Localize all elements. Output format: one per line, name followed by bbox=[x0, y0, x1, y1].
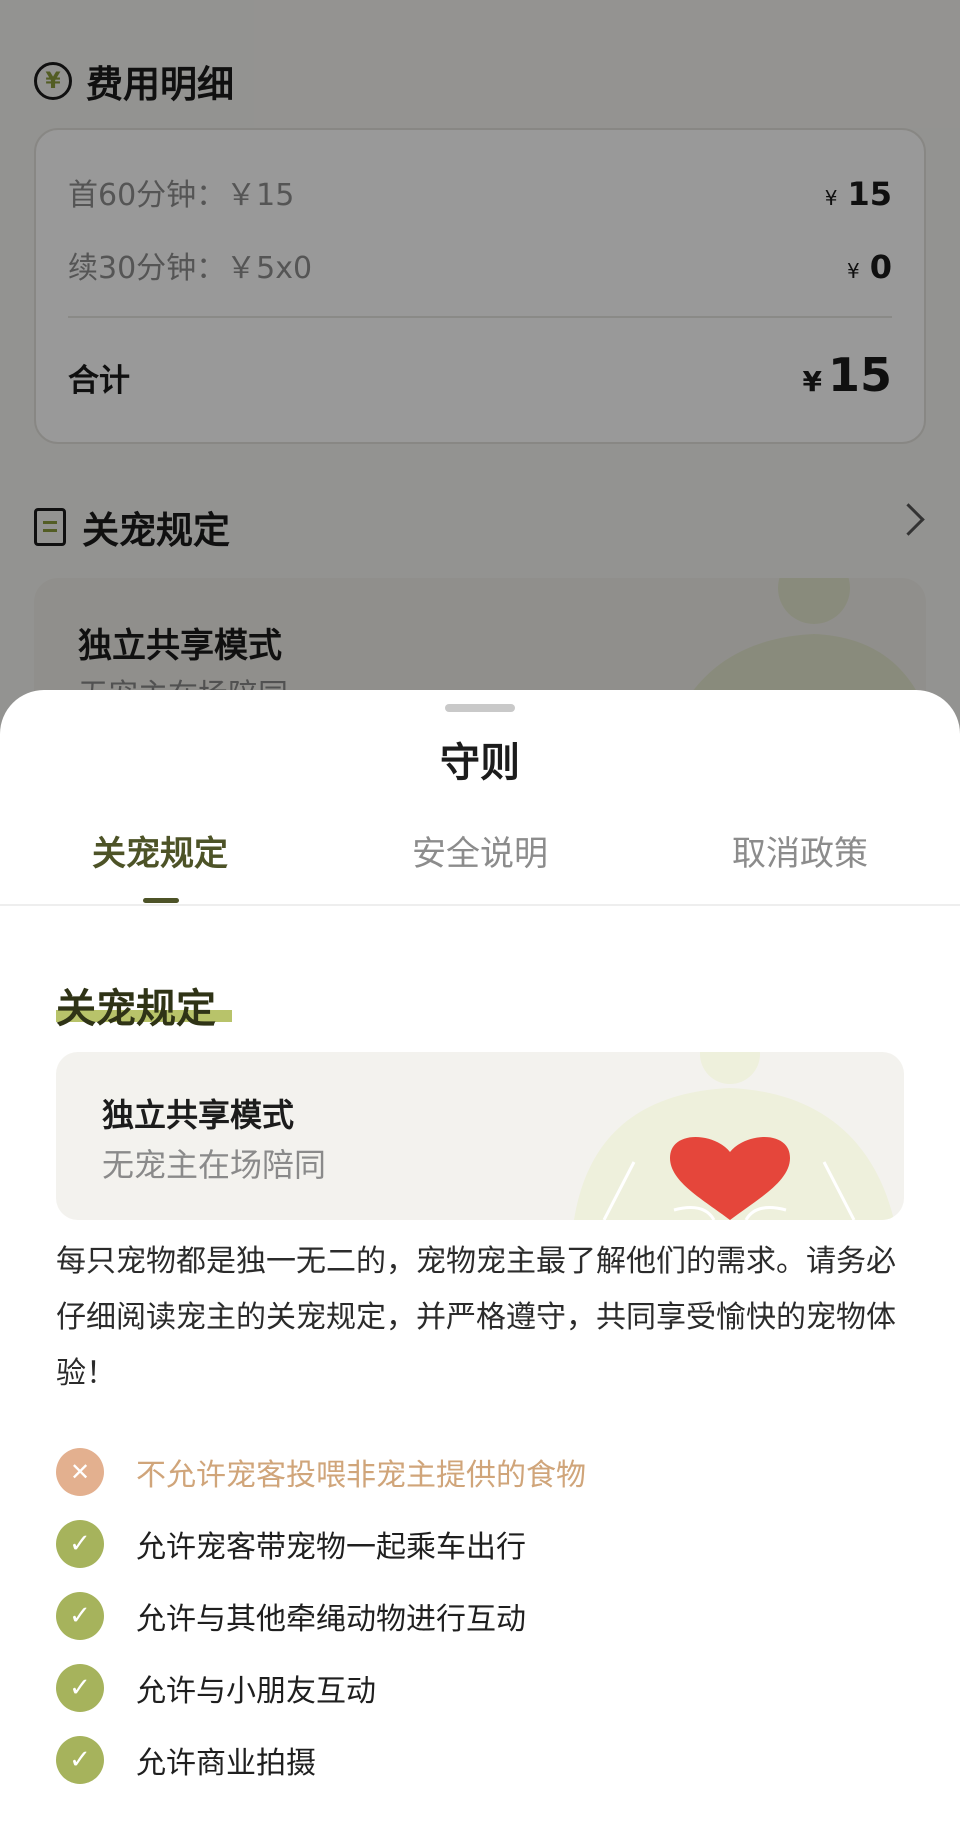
rule-item: ✓ 允许与其他牵绳动物进行互动 bbox=[56, 1580, 908, 1652]
rule-item: ✓ 允许商业拍摄 bbox=[56, 1724, 908, 1796]
check-icon: ✓ bbox=[56, 1520, 104, 1568]
rule-text: 允许商业拍摄 bbox=[136, 1746, 316, 1781]
rule-item: ✕ 不允许宠客投喂非宠主提供的食物 bbox=[56, 1436, 908, 1508]
tab-bar: 关宠规定 安全说明 取消政策 bbox=[0, 812, 960, 906]
rules-list: ✕ 不允许宠客投喂非宠主提供的食物 ✓ 允许宠客带宠物一起乘车出行 ✓ 允许与其… bbox=[56, 1436, 908, 1796]
rule-text: 不允许宠客投喂非宠主提供的食物 bbox=[136, 1458, 586, 1493]
tab-safety[interactable]: 安全说明 bbox=[320, 826, 640, 875]
rule-text: 允许与其他牵绳动物进行互动 bbox=[136, 1602, 526, 1637]
check-icon: ✓ bbox=[56, 1736, 104, 1784]
mode-card-subtitle: 无宠主在场陪同 bbox=[102, 1146, 327, 1184]
page: ¥ 费用明细 首60分钟：￥15 ¥15 续30分钟：￥5x0 ¥0 合计 ¥1… bbox=[0, 0, 960, 1848]
tab-active-indicator bbox=[143, 898, 179, 903]
sheet-drag-handle[interactable] bbox=[445, 704, 515, 712]
pet-heart-illustration bbox=[574, 1052, 894, 1220]
section-heading-text: 关宠规定 bbox=[56, 986, 216, 1032]
check-icon: ✓ bbox=[56, 1592, 104, 1640]
sheet-title: 守则 bbox=[440, 740, 520, 786]
cross-icon: ✕ bbox=[56, 1448, 104, 1496]
rule-item: ✓ 允许与小朋友互动 bbox=[56, 1652, 908, 1724]
tab-pet-rules[interactable]: 关宠规定 bbox=[0, 826, 320, 875]
rule-text: 允许宠客带宠物一起乘车出行 bbox=[136, 1530, 526, 1565]
rule-text: 允许与小朋友互动 bbox=[136, 1674, 376, 1709]
rules-bottom-sheet: 守则 关宠规定 安全说明 取消政策 关宠规定 独立共享模式 无宠主在场陪同 每只… bbox=[0, 690, 960, 1848]
mode-card: 独立共享模式 无宠主在场陪同 bbox=[56, 1052, 904, 1220]
intro-paragraph: 每只宠物都是独一无二的，宠物宠主最了解他们的需求。请务必仔细阅读宠主的关宠规定，… bbox=[56, 1244, 896, 1391]
section-heading: 关宠规定 bbox=[56, 976, 232, 1034]
rule-item: ✓ 允许宠客带宠物一起乘车出行 bbox=[56, 1508, 908, 1580]
mode-card-title: 独立共享模式 bbox=[102, 1096, 295, 1134]
tab-cancellation[interactable]: 取消政策 bbox=[640, 826, 960, 875]
check-icon: ✓ bbox=[56, 1664, 104, 1712]
